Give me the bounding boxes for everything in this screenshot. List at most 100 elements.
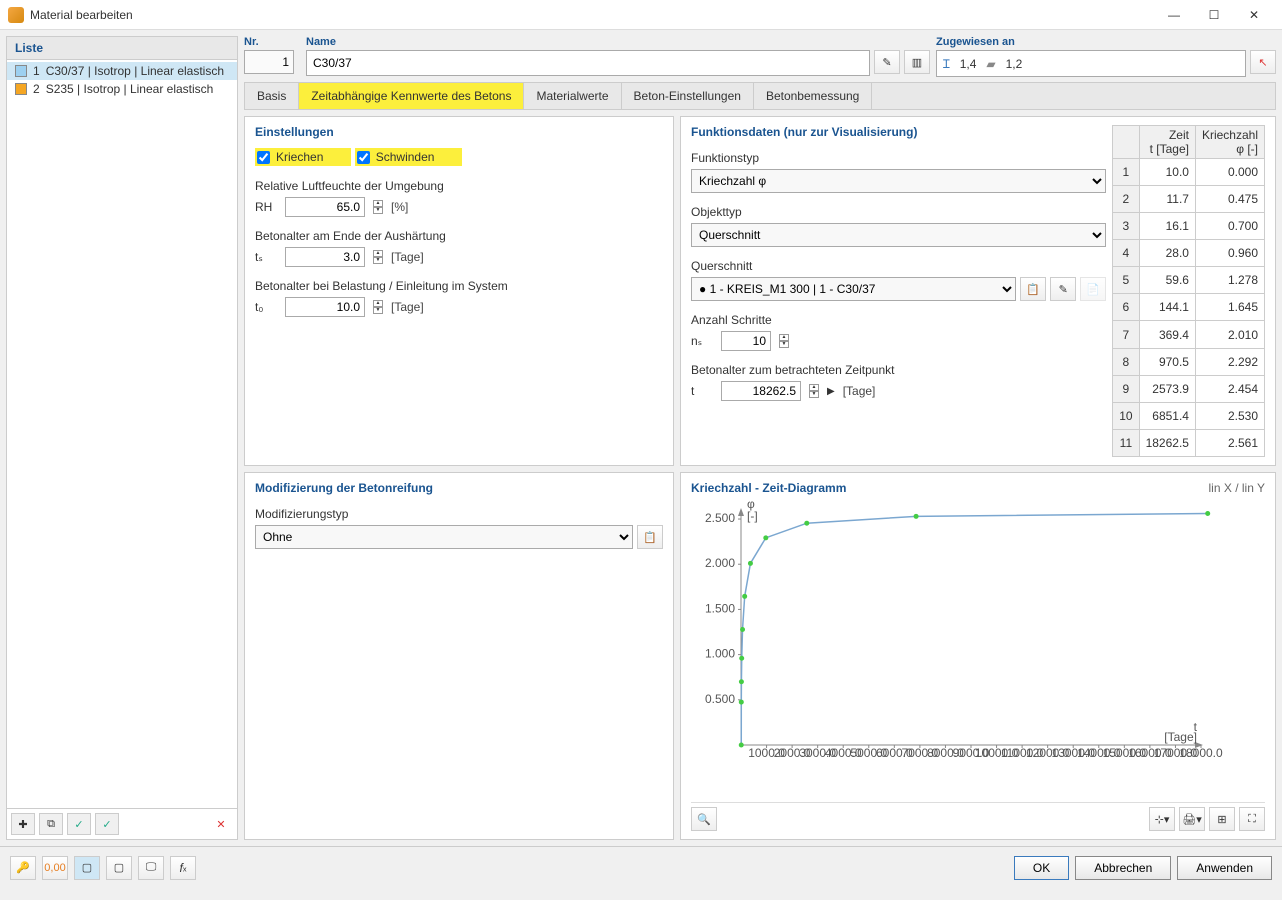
ts-input[interactable] <box>285 247 365 267</box>
qs-select[interactable]: ● 1 - KREIS_M1 300 | 1 - C30/37 <box>691 277 1016 301</box>
spin-up-icon[interactable]: ▲ <box>809 384 819 391</box>
list-item[interactable]: 1 C30/37 | Isotrop | Linear elastisch <box>7 62 237 80</box>
age-unit: [Tage] <box>843 384 876 398</box>
tab-concrete-settings[interactable]: Beton-Einstellungen <box>622 83 754 109</box>
otype-select[interactable]: Querschnitt <box>691 223 1106 247</box>
steps-symbol: nₛ <box>691 334 713 348</box>
table-row[interactable]: 110.00.000 <box>1113 159 1265 186</box>
spin-down-icon[interactable]: ▼ <box>373 307 383 314</box>
name-input[interactable] <box>306 50 870 76</box>
spin-down-icon[interactable]: ▼ <box>373 257 383 264</box>
table-row[interactable]: 1118262.52.561 <box>1113 429 1265 456</box>
assigned-val-1: 1,4 <box>960 57 977 71</box>
spin-down-icon[interactable]: ▼ <box>779 341 789 348</box>
apply-button[interactable]: Anwenden <box>1177 856 1272 880</box>
th-creep: Kriechzahlφ [-] <box>1195 126 1264 159</box>
tab-material-values[interactable]: Materialwerte <box>524 83 621 109</box>
maximize-button[interactable]: ☐ <box>1194 1 1234 29</box>
function-icon[interactable]: fₓ <box>170 856 196 880</box>
cancel-button[interactable]: Abbrechen <box>1075 856 1171 880</box>
svg-text:0.500: 0.500 <box>705 692 735 706</box>
tab-basis[interactable]: Basis <box>245 83 299 109</box>
steps-input[interactable] <box>721 331 771 351</box>
list-item[interactable]: 2 S235 | Isotrop | Linear elastisch <box>7 80 237 98</box>
spin-up-icon[interactable]: ▲ <box>779 334 789 341</box>
spin-up-icon[interactable]: ▲ <box>373 200 383 207</box>
tab-concrete-design[interactable]: Betonbemessung <box>754 83 872 109</box>
view1-icon[interactable]: ▢ <box>74 856 100 880</box>
ftype-select[interactable]: Kriechzahl φ <box>691 169 1106 193</box>
assigned-box[interactable]: Ɪ 1,4 ▰ 1,2 <box>936 50 1246 77</box>
spin-up-icon[interactable]: ▲ <box>373 300 383 307</box>
print-icon[interactable]: 🖨▾ <box>1179 807 1205 831</box>
zoom-icon[interactable]: 🔍 <box>691 807 717 831</box>
spin-down-icon[interactable]: ▼ <box>809 391 819 398</box>
creep-checkbox[interactable] <box>257 151 270 164</box>
tab-time-dependent[interactable]: Zeitabhängige Kennwerte des Betons <box>299 83 524 109</box>
ts-symbol: tₛ <box>255 250 277 264</box>
svg-text:2.500: 2.500 <box>705 511 735 525</box>
spin-down-icon[interactable]: ▼ <box>373 207 383 214</box>
table-row[interactable]: 7369.42.010 <box>1113 321 1265 348</box>
play-icon[interactable]: ▶ <box>827 386 835 397</box>
nr-label: Nr. <box>244 36 300 48</box>
modif-edit-icon[interactable]: 📋 <box>637 525 663 549</box>
beam-icon: Ɪ <box>943 55 950 72</box>
dialog-footer: 🔑 0,00 ▢ ▢ 🖵 fₓ OK Abbrechen Anwenden <box>0 846 1282 888</box>
svg-text:18000.0: 18000.0 <box>1179 746 1223 760</box>
units-icon[interactable]: 0,00 <box>42 856 68 880</box>
modif-title: Modifizierung der Betonreifung <box>255 481 663 495</box>
svg-text:[Tage]: [Tage] <box>1164 730 1197 744</box>
edit-qs-icon[interactable]: ✎ <box>1050 277 1076 301</box>
new-icon[interactable]: ✚ <box>11 813 35 835</box>
app-icon <box>8 7 24 23</box>
select-icon[interactable]: ↖ <box>1250 50 1276 74</box>
color-swatch-icon <box>15 83 27 95</box>
new-qs-icon[interactable]: 📄 <box>1080 277 1106 301</box>
check2-icon[interactable]: ✓ <box>95 813 119 835</box>
list-item-label: S235 | Isotrop | Linear elastisch <box>46 82 214 96</box>
table-row[interactable]: 316.10.700 <box>1113 213 1265 240</box>
library-icon[interactable]: ▥ <box>904 50 930 74</box>
table-row[interactable]: 6144.11.645 <box>1113 294 1265 321</box>
table-row[interactable]: 8970.52.292 <box>1113 348 1265 375</box>
ok-button[interactable]: OK <box>1014 856 1069 880</box>
t0-input[interactable] <box>285 297 365 317</box>
table-row[interactable]: 559.61.278 <box>1113 267 1265 294</box>
copy-icon[interactable]: ⧉ <box>39 813 63 835</box>
view2-icon[interactable]: ▢ <box>106 856 132 880</box>
window-title: Material bearbeiten <box>30 8 1154 22</box>
check-icon[interactable]: ✓ <box>67 813 91 835</box>
axes-icon[interactable]: ⊹▾ <box>1149 807 1175 831</box>
ftype-label: Funktionstyp <box>691 151 1106 165</box>
list-item-num: 2 <box>33 82 40 96</box>
table-row[interactable]: 106851.42.530 <box>1113 402 1265 429</box>
list-header: Liste <box>7 37 237 60</box>
modif-type-select[interactable]: Ohne <box>255 525 633 549</box>
help-icon[interactable]: 🔑 <box>10 856 36 880</box>
age-label: Betonalter zum betrachteten Zeitpunkt <box>691 363 1106 377</box>
axes-mode: lin X / lin Y <box>1209 481 1265 495</box>
table-row[interactable]: 211.70.475 <box>1113 186 1265 213</box>
delete-icon[interactable]: ✕ <box>209 813 233 835</box>
shrink-label: Schwinden <box>376 150 435 164</box>
age-input[interactable] <box>721 381 801 401</box>
spin-up-icon[interactable]: ▲ <box>373 250 383 257</box>
calendar-icon[interactable]: 📋 <box>1020 277 1046 301</box>
creep-label: Kriechen <box>276 150 323 164</box>
ts-unit: [Tage] <box>391 250 424 264</box>
fullscreen-icon[interactable]: ⛶ <box>1239 807 1265 831</box>
nr-input[interactable] <box>244 50 294 74</box>
rh-input[interactable] <box>285 197 365 217</box>
export-icon[interactable]: ⊞ <box>1209 807 1235 831</box>
minimize-button[interactable]: — <box>1154 1 1194 29</box>
rh-label: Relative Luftfeuchte der Umgebung <box>255 179 663 193</box>
chart-plot: 0.5001.0001.5002.0002.5001000.02000.0300… <box>691 495 1231 775</box>
monitor-icon[interactable]: 🖵 <box>138 856 164 880</box>
table-row[interactable]: 428.00.960 <box>1113 240 1265 267</box>
close-button[interactable]: ✕ <box>1234 1 1274 29</box>
edit-icon[interactable]: ✎ <box>874 50 900 74</box>
shrink-checkbox[interactable] <box>357 151 370 164</box>
table-row[interactable]: 92573.92.454 <box>1113 375 1265 402</box>
settings-section: Einstellungen Kriechen Schwinden Relativ… <box>244 116 674 466</box>
